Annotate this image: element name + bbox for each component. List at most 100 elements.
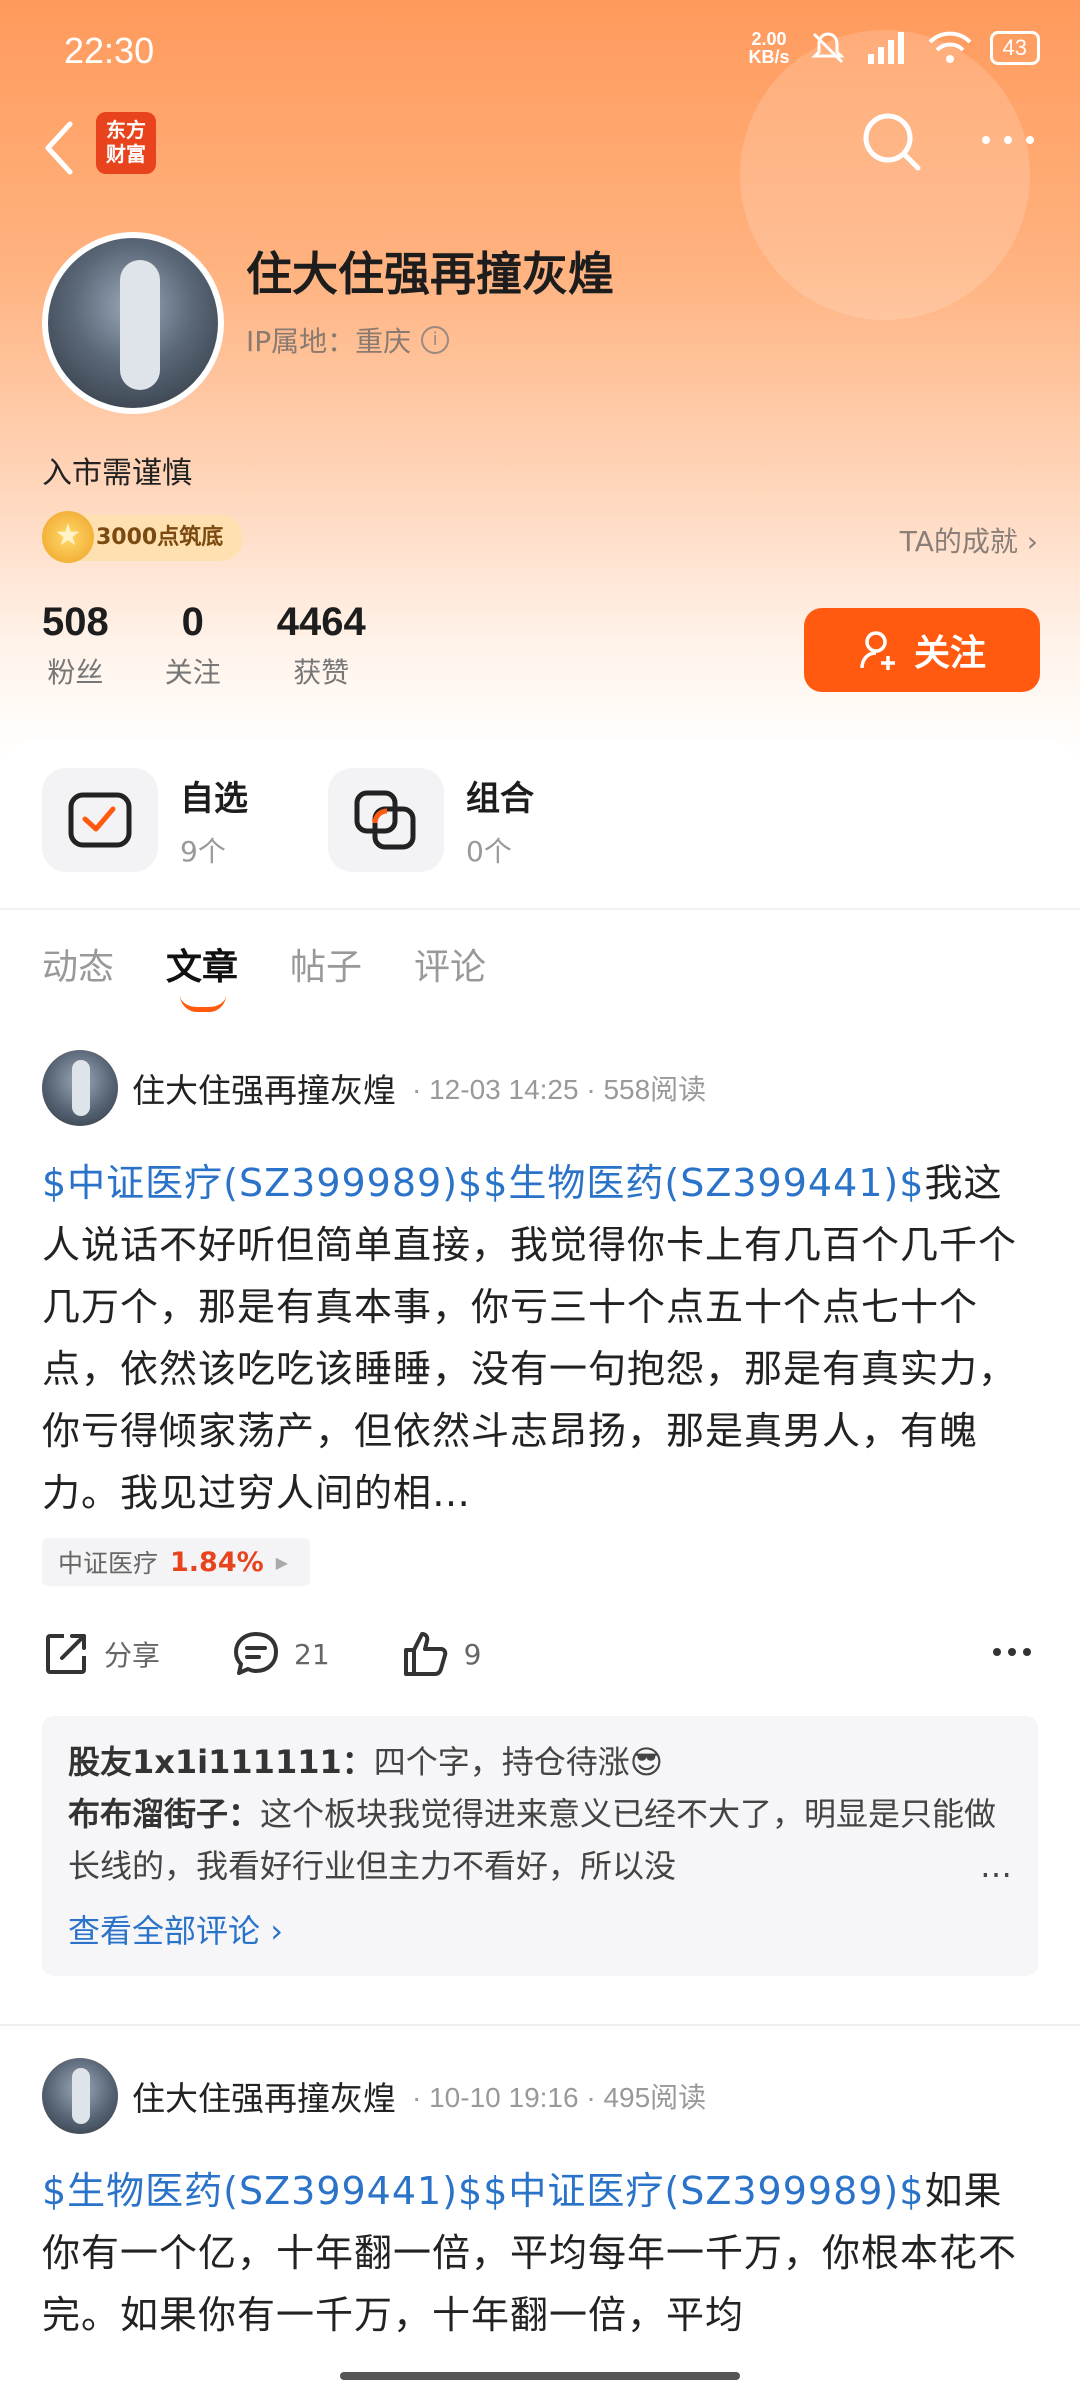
top-bar: 东方 财富 [0,100,1080,220]
stock-tag[interactable]: $中证医疗(SZ399989)$ [483,2169,924,2213]
tab-comments[interactable]: 评论 [414,938,486,1012]
stock-chip[interactable]: 中证医疗 1.84% ▶ [42,1538,310,1586]
stat-value: 0 [181,600,204,644]
net-speed: 2.00 KB/s [749,30,790,66]
share-label: 分享 [104,1639,161,1672]
add-user-icon [860,631,895,670]
view-all-label: 查看全部评论 [68,1912,261,1950]
comment-count: 21 [294,1637,330,1671]
more-options-icon[interactable] [992,1646,1032,1658]
comment-item: 布布溜街子：这个板块我觉得进来意义已经不大了，明显是只能做长线的，我看好行业但主… [68,1788,1012,1892]
ip-location: IP属地：重庆 i [246,320,450,360]
stat-label: 获赞 [293,656,350,689]
mute-icon [810,32,845,64]
comment-user[interactable]: 布布溜街子： [68,1795,260,1833]
stat-likes[interactable]: 4464 获赞 [277,600,366,691]
ellipsis: … [972,1840,1012,1892]
comment-item: 股友1x1i111111：四个字，持仓待涨😎 [68,1736,1012,1788]
share-button[interactable]: 分享 [42,1630,160,1678]
tab-posts[interactable]: 帖子 [290,938,362,1012]
quick-entries: 自选 9个 组合 0个 [42,768,574,872]
logo-line-2: 财富 [106,142,146,166]
post-text: 我这人说话不好听但简单直接，我觉得你卡上有几百个几千个几万个，那是有真本事，你亏… [42,1161,1018,1515]
achievements-label: TA的成就 [899,525,1018,558]
stock-tag[interactable]: $中证医疗(SZ399989)$ [42,1161,483,1205]
post-avatar[interactable] [42,2058,118,2134]
comment-preview[interactable]: 股友1x1i111111：四个字，持仓待涨😎 布布溜街子：这个板块我觉得进来意义… [42,1716,1038,1976]
wifi-icon [928,31,971,63]
post-body[interactable]: $中证医疗(SZ399989)$$生物医药(SZ399441)$我这人说话不好听… [42,1152,1038,1524]
post-header: 住大住强再撞灰煌 · 12-03 14:25 · 558阅读 [42,1050,1038,1126]
stat-label: 粉丝 [47,656,104,689]
post-body[interactable]: $生物医药(SZ399441)$$中证医疗(SZ399989)$如果你有一个亿，… [42,2160,1038,2370]
comment-text: 四个字，持仓待涨😎 [373,1743,664,1781]
post-meta: · 12-03 14:25 · 558阅读 [412,1074,707,1105]
watchlist-title: 自选 [180,778,248,819]
profile-bio: 入市需谨慎 [42,456,192,491]
stat-followers[interactable]: 508 粉丝 [42,600,109,691]
profile-avatar[interactable] [42,232,224,414]
stock-tag[interactable]: $生物医药(SZ399441)$ [483,1161,924,1205]
status-bar: 22:30 2.00 KB/s 43 [0,0,1080,100]
portfolio-icon [328,768,444,872]
more-icon[interactable] [978,130,1038,150]
play-arrow-icon: ▶ [275,1552,288,1572]
battery-indicator: 43 [989,31,1040,65]
stock-chip-change: 1.84% [170,1546,264,1578]
divider [0,908,1080,910]
status-time: 22:30 [64,30,155,71]
home-indicator[interactable] [340,2372,740,2380]
badge-label: 3000点筑底 [96,525,224,550]
follow-button[interactable]: 关注 [804,608,1040,692]
comment-user[interactable]: 股友1x1i111111： [68,1743,374,1781]
tab-activity[interactable]: 动态 [42,938,114,1012]
profile-name: 住大住强再撞灰煌 [246,247,614,301]
view-all-comments-link[interactable]: 查看全部评论 › [68,1906,1012,1952]
stock-chip-name: 中证医疗 [58,1549,159,1578]
stat-label: 关注 [164,656,221,689]
stock-tag[interactable]: $生物医药(SZ399441)$ [42,2169,483,2213]
portfolio-title: 组合 [466,778,534,819]
profile-stats: 508 粉丝 0 关注 4464 获赞 [42,600,422,691]
post-author[interactable]: 住大住强再撞灰煌 [132,2072,396,2120]
stat-value: 4464 [276,600,366,644]
post-avatar[interactable] [42,1050,118,1126]
achievement-badge[interactable]: ★ 3000点筑底 [42,511,244,563]
article-post[interactable]: 住大住强再撞灰煌 · 10-10 19:16 · 495阅读 $生物医药(SZ3… [42,2058,1038,2370]
comment-icon [234,1632,279,1675]
article-post[interactable]: 住大住强再撞灰煌 · 12-03 14:25 · 558阅读 $中证医疗(SZ3… [42,1050,1038,1976]
info-icon[interactable]: i [421,326,450,354]
comment-button[interactable]: 21 [232,1630,330,1678]
tab-articles[interactable]: 文章 [166,938,238,1012]
chevron-right-icon: › [270,1912,283,1950]
net-speed-unit: KB/s [748,47,790,67]
like-count: 9 [463,1637,482,1671]
post-actions: 分享 21 9 [42,1624,1038,1684]
watchlist-count: 9个 [180,834,226,868]
portfolio-entry[interactable]: 组合 0个 [328,768,574,872]
stat-value: 508 [42,600,109,644]
ip-location-text: IP属地：重庆 [246,325,412,358]
back-arrow-icon[interactable] [40,118,76,178]
net-speed-value: 2.00 [751,29,787,49]
tab-bar: 动态 文章 帖子 评论 [42,938,486,1012]
app-logo: 东方 财富 [96,112,156,174]
follow-label: 关注 [913,633,986,674]
watchlist-icon [42,768,158,872]
chevron-right-icon: › [1026,525,1038,558]
watchlist-entry[interactable]: 自选 9个 [42,768,288,872]
thumbs-up-icon [403,1632,447,1676]
post-author[interactable]: 住大住强再撞灰煌 [132,1064,396,1112]
post-header: 住大住强再撞灰煌 · 10-10 19:16 · 495阅读 [42,2058,1038,2134]
logo-line-1: 东方 [106,118,146,142]
stat-following[interactable]: 0 关注 [165,600,221,691]
achievements-link[interactable]: TA的成就 › [900,520,1038,560]
post-meta: · 10-10 19:16 · 495阅读 [412,2082,707,2113]
post-separator [0,2024,1080,2026]
search-icon[interactable] [856,106,928,178]
medal-icon: ★ [42,511,94,563]
signal-icon [867,32,904,64]
share-icon [46,1634,86,1674]
portfolio-count: 0个 [466,834,512,868]
like-button[interactable]: 9 [402,1630,482,1678]
